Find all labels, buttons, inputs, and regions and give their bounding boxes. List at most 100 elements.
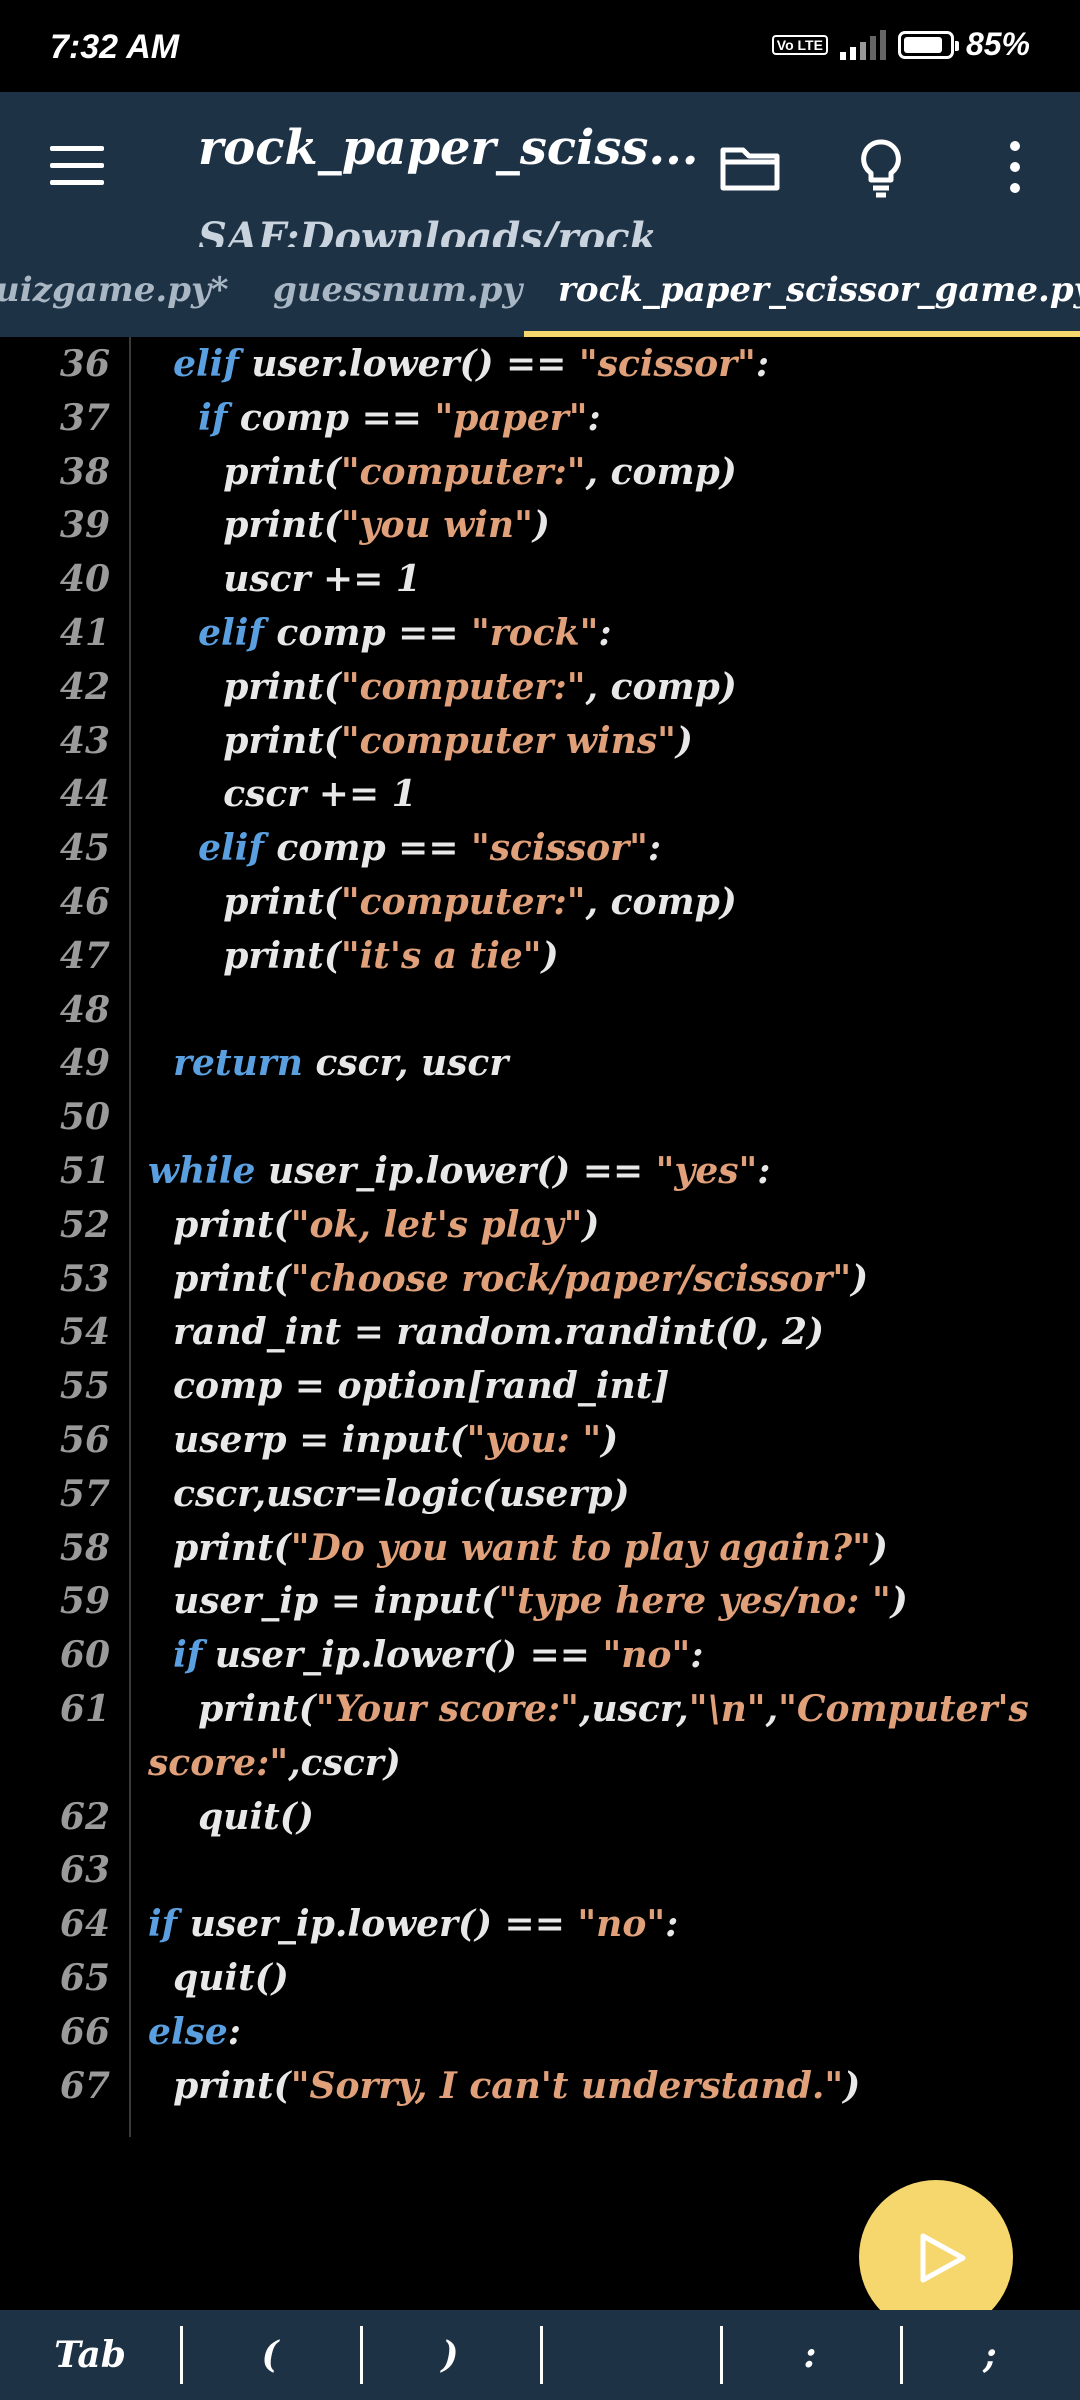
keyword-token: if bbox=[173, 1634, 203, 1677]
code-line[interactable]: 39 print("you win") bbox=[0, 498, 1080, 552]
line-number: 36 bbox=[59, 343, 110, 385]
code-line[interactable]: 53 print("choose rock/paper/scissor") bbox=[0, 1252, 1080, 1306]
code-line[interactable]: 40 uscr += 1 bbox=[0, 552, 1080, 606]
code-line[interactable]: 64 if user_ip.lower() == "no": bbox=[0, 1897, 1080, 1951]
code-line[interactable]: 59 user_ip = input("type here yes/no: ") bbox=[0, 1574, 1080, 1628]
code-line[interactable]: 54 rand_int = random.randint(0, 2) bbox=[0, 1305, 1080, 1359]
status-time: 7:32 AM bbox=[50, 28, 180, 66]
code-text: return cscr, uscr bbox=[148, 1036, 508, 1090]
code-token: uscr += 1 bbox=[148, 558, 421, 601]
tab-quizgame[interactable]: uizgame.py* bbox=[0, 247, 229, 337]
code-text: print("computer wins") bbox=[148, 714, 693, 768]
string-token: "scissor" bbox=[578, 343, 756, 385]
code-line[interactable]: 45 elif comp == "scissor": bbox=[0, 821, 1080, 875]
code-line[interactable]: 47 print("it's a tie") bbox=[0, 929, 1080, 983]
keyword-token: if bbox=[148, 1903, 178, 1946]
line-number: 38 bbox=[59, 450, 110, 493]
code-token: ) bbox=[541, 934, 559, 977]
code-token: , comp) bbox=[585, 665, 737, 708]
code-line[interactable]: 61 print("Your score:",uscr,"\n","Comput… bbox=[0, 1682, 1080, 1736]
code-token: , bbox=[765, 1688, 779, 1730]
string-token: "ok, let's play" bbox=[290, 1203, 583, 1246]
menu-icon[interactable] bbox=[50, 146, 104, 186]
string-token: "scissor" bbox=[471, 827, 648, 870]
keyword-token: return bbox=[173, 1042, 303, 1085]
keyword-token: elif bbox=[173, 343, 239, 385]
code-text: cscr,uscr=logic(userp) bbox=[148, 1467, 630, 1521]
string-token: "you: " bbox=[466, 1419, 602, 1461]
code-line[interactable]: 38 print("computer:", comp) bbox=[0, 445, 1080, 499]
tab-rock-paper-scissor[interactable]: rock_paper_scissor_game.py bbox=[523, 247, 1080, 337]
code-line[interactable]: 56 userp = input("you: ") bbox=[0, 1413, 1080, 1467]
string-token: "computer:" bbox=[340, 881, 586, 923]
folder-icon[interactable] bbox=[715, 132, 785, 202]
code-token: print( bbox=[148, 1526, 291, 1569]
key-colon[interactable]: : bbox=[720, 2310, 900, 2400]
code-token: : bbox=[227, 2010, 242, 2053]
code-text: while user_ip.lower() == "yes": bbox=[148, 1144, 771, 1198]
line-number: 41 bbox=[59, 612, 110, 654]
code-line[interactable]: 57 cscr,uscr=logic(userp) bbox=[0, 1467, 1080, 1521]
line-number: 49 bbox=[59, 1042, 110, 1085]
file-path: SAF:Downloads/rock bbox=[198, 214, 658, 247]
line-number: 51 bbox=[59, 1150, 110, 1192]
code-line[interactable]: 41 elif comp == "rock": bbox=[0, 606, 1080, 660]
code-text: quit() bbox=[148, 1790, 314, 1844]
key-close-paren[interactable]: ) bbox=[360, 2310, 540, 2400]
code-line[interactable]: 49 return cscr, uscr bbox=[0, 1036, 1080, 1090]
line-number: 62 bbox=[59, 1795, 110, 1838]
key-tab[interactable]: Tab bbox=[0, 2310, 180, 2400]
code-token: print( bbox=[148, 665, 341, 708]
code-line[interactable]: 44 cscr += 1 bbox=[0, 767, 1080, 821]
code-token: rand_int = random.randint(0, 2) bbox=[148, 1311, 825, 1354]
string-token: "Sorry, I can't understand." bbox=[290, 2064, 844, 2107]
code-line[interactable]: 66 else: bbox=[0, 2005, 1080, 2059]
tab-guessnum[interactable]: guessnum.py bbox=[273, 247, 522, 337]
code-line[interactable]: 46 print("computer:", comp) bbox=[0, 875, 1080, 929]
code-token: : bbox=[690, 1634, 704, 1677]
code-token: user_ip.lower() == bbox=[255, 1150, 656, 1192]
code-line[interactable]: 67 print("Sorry, I can't understand.") bbox=[0, 2059, 1080, 2113]
key-open-paren[interactable]: ( bbox=[180, 2310, 360, 2400]
code-line[interactable]: 60 if user_ip.lower() == "no": bbox=[0, 1628, 1080, 1682]
code-text: comp = option[rand_int] bbox=[148, 1359, 669, 1413]
code-token: : bbox=[647, 827, 662, 870]
key-semicolon[interactable]: ; bbox=[900, 2310, 1080, 2400]
line-number: 65 bbox=[59, 1957, 110, 1999]
key-blank[interactable] bbox=[540, 2310, 720, 2400]
lightbulb-icon[interactable] bbox=[846, 132, 916, 202]
code-token: print( bbox=[148, 504, 341, 547]
code-line[interactable]: 63 bbox=[0, 1843, 1080, 1897]
code-line[interactable]: score:",cscr) bbox=[0, 1736, 1080, 1790]
code-text: elif user.lower() == "scissor": bbox=[148, 337, 769, 391]
string-token: "rock" bbox=[471, 612, 599, 654]
code-token: ,uscr, bbox=[578, 1688, 689, 1730]
code-editor[interactable]: 36 elif user.lower() == "scissor": 37 if … bbox=[0, 337, 1080, 2310]
code-token: : bbox=[665, 1903, 679, 1946]
keyword-token: elif bbox=[198, 827, 264, 870]
code-line[interactable]: 52 print("ok, let's play") bbox=[0, 1198, 1080, 1252]
code-line[interactable]: 42 print("computer:", comp) bbox=[0, 660, 1080, 714]
line-number: 61 bbox=[59, 1688, 110, 1730]
string-token: score:" bbox=[148, 1741, 289, 1784]
code-line[interactable]: 37 if comp == "paper": bbox=[0, 391, 1080, 445]
code-line[interactable]: 62 quit() bbox=[0, 1790, 1080, 1844]
code-token: user_ip.lower() == bbox=[177, 1903, 578, 1946]
line-number: 43 bbox=[59, 719, 110, 762]
more-vert-icon[interactable] bbox=[1000, 132, 1030, 202]
code-line[interactable]: 55 comp = option[rand_int] bbox=[0, 1359, 1080, 1413]
code-token: cscr,uscr=logic(userp) bbox=[148, 1472, 630, 1515]
code-line[interactable]: 65 quit() bbox=[0, 1951, 1080, 2005]
code-line[interactable]: 36 elif user.lower() == "scissor": bbox=[0, 337, 1080, 391]
code-token: ) bbox=[890, 1580, 908, 1623]
line-number: 47 bbox=[59, 934, 110, 977]
code-line[interactable]: 58 print("Do you want to play again?") bbox=[0, 1521, 1080, 1575]
code-line[interactable]: 43 print("computer wins") bbox=[0, 714, 1080, 768]
code-line[interactable]: 48 bbox=[0, 983, 1080, 1037]
code-line[interactable]: 51 while user_ip.lower() == "yes": bbox=[0, 1144, 1080, 1198]
code-line[interactable]: 50 bbox=[0, 1090, 1080, 1144]
code-token: ) bbox=[870, 1526, 888, 1569]
